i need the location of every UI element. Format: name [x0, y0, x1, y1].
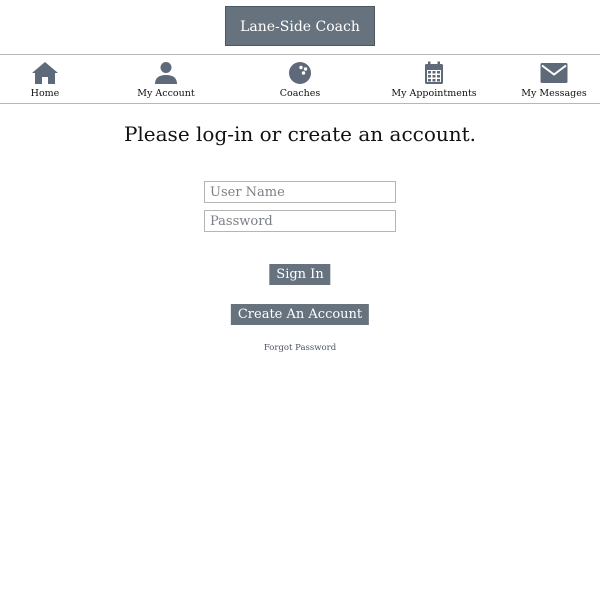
home-icon — [32, 62, 58, 84]
nav-item-my-appointments[interactable]: My Appointments — [389, 55, 479, 104]
calendar-icon — [425, 61, 443, 84]
page-title: Please log-in or create an account. — [123, 122, 477, 146]
sign-in-button[interactable]: Sign In — [269, 264, 331, 285]
forgot-password-link[interactable]: Forgot Password — [0, 343, 600, 353]
create-account-button[interactable]: Create An Account — [230, 304, 370, 325]
password-field[interactable] — [204, 210, 396, 232]
bowling-ball-icon — [289, 62, 311, 84]
nav-item-home[interactable]: Home — [15, 55, 75, 104]
nav-label-my-messages: My Messages — [521, 88, 587, 99]
nav-item-coaches[interactable]: Coaches — [265, 55, 335, 104]
login-page: Lane-Side Coach Home My Account Coaches — [0, 0, 600, 600]
brand-logo-button[interactable]: Lane-Side Coach — [225, 6, 375, 46]
main-nav: Home My Account Coaches My Appointments … — [0, 54, 600, 104]
nav-label-my-account: My Account — [137, 88, 195, 99]
user-icon — [155, 62, 177, 84]
nav-label-home: Home — [30, 88, 60, 99]
username-field[interactable] — [204, 181, 396, 203]
nav-label-my-appointments: My Appointments — [391, 88, 477, 99]
envelope-icon — [540, 63, 568, 83]
nav-item-my-account[interactable]: My Account — [126, 55, 206, 104]
header: Lane-Side Coach — [0, 6, 600, 46]
nav-label-coaches: Coaches — [279, 88, 321, 99]
nav-item-my-messages[interactable]: My Messages — [519, 55, 589, 104]
